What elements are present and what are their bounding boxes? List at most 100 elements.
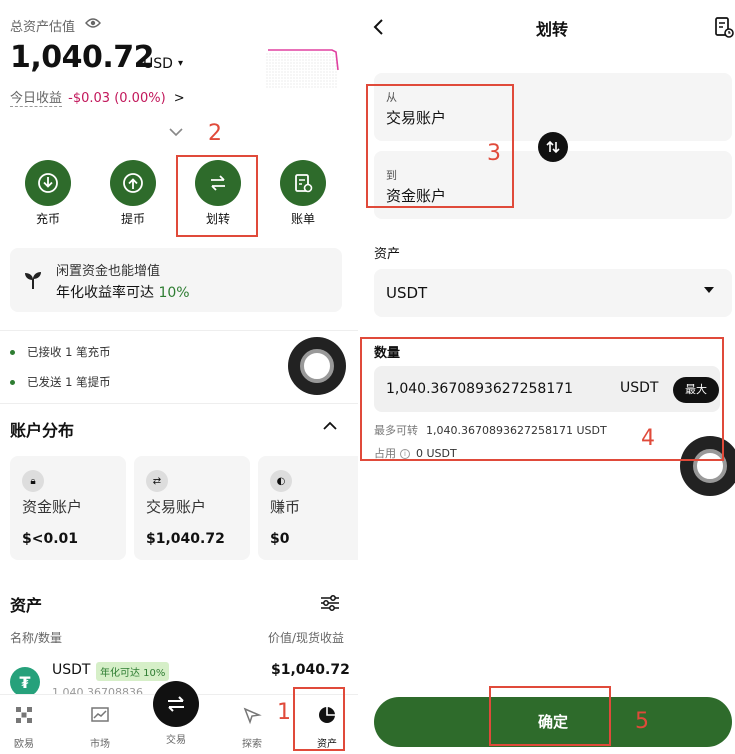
asset-symbol[interactable]: USDT — [52, 662, 90, 678]
withdraw-label: 提币 — [120, 212, 145, 226]
asset-selector[interactable]: USDT — [374, 269, 732, 317]
transfer-icon — [211, 175, 225, 191]
nav-label: 探索 — [242, 739, 262, 750]
promo-title: 闲置资金也能增值 — [56, 264, 161, 279]
nav-label: 交易 — [166, 735, 186, 746]
nav-market[interactable]: 市场 — [78, 705, 122, 750]
asset-value: $1,040.72 — [271, 662, 350, 678]
lock-icon: 🔒︎ — [22, 470, 44, 492]
chevron-up-icon[interactable] — [322, 420, 338, 432]
transfer-label: 划转 — [205, 212, 230, 226]
caret-down-icon — [704, 287, 714, 293]
daily-pnl[interactable]: 今日收益 -$0.03 (0.00%) > — [10, 87, 185, 107]
bill-button[interactable]: 账单 — [277, 160, 329, 227]
divider — [0, 330, 358, 331]
chart-icon — [91, 707, 109, 722]
account-name: 资金账户 — [22, 498, 83, 516]
nav-label: 欧易 — [14, 739, 34, 750]
from-account-selector[interactable]: 从 交易账户 — [374, 73, 732, 141]
compass-icon — [243, 707, 262, 725]
account-card-trading[interactable]: ⇄ 交易账户 $1,040.72 — [134, 456, 250, 560]
max-button[interactable]: 最大 — [673, 377, 719, 403]
daily-pnl-label: 今日收益 — [10, 91, 63, 107]
asset-label: 资产 — [374, 247, 401, 262]
eye-icon[interactable] — [85, 17, 101, 29]
to-label: 到 — [386, 169, 397, 182]
to-value: 资金账户 — [386, 187, 447, 205]
currency-selector[interactable]: USD — [143, 56, 173, 72]
withdraw-icon — [123, 173, 143, 193]
nav-label: 资产 — [317, 739, 337, 750]
chevron-right-icon: > — [173, 91, 185, 106]
assets-screen: 总资产估值 1,040.72 USD ▾ 今日收益 -$0.03 (0.00%)… — [0, 0, 358, 754]
earn-promo-banner[interactable]: 闲置资金也能增值 年化收益率可达 10% — [10, 248, 342, 312]
trade-fab[interactable] — [153, 681, 199, 727]
account-card-funding[interactable]: 🔒︎ 资金账户 $<0.01 — [10, 456, 126, 560]
account-name: 交易账户 — [146, 498, 207, 516]
history-icon[interactable] — [714, 16, 734, 38]
sparkline-chart — [266, 49, 339, 88]
deposit-icon — [38, 173, 58, 193]
occupied-value: 0 USDT — [416, 447, 457, 460]
green-dot-icon — [10, 380, 15, 385]
occupied-row: 占用 i 0 USDT — [374, 445, 457, 461]
account-value: $0 — [270, 531, 290, 547]
swap-vertical-icon — [546, 140, 560, 154]
withdraw-button[interactable]: 提币 — [107, 160, 159, 227]
ring-inner — [693, 449, 727, 483]
asset-badge: 年化可达 10% — [96, 662, 170, 681]
okx-logo-icon — [16, 707, 32, 723]
bill-label: 账单 — [290, 212, 315, 226]
floating-assistive-button[interactable] — [288, 337, 346, 395]
occupied-label: 占用 — [374, 447, 396, 460]
notification-item[interactable]: 已接收 1 笔充币 — [10, 344, 111, 360]
distribution-title: 账户分布 — [10, 421, 75, 440]
max-transferable-row: 最多可转 1,040.3670893627258171 USDT — [374, 422, 607, 438]
nav-assets[interactable]: 资产 — [305, 705, 349, 750]
nav-label: 市场 — [90, 739, 110, 750]
notification-item[interactable]: 已发送 1 笔提币 — [10, 374, 111, 390]
earn-icon: ◐ — [270, 470, 292, 492]
assets-title: 资产 — [10, 596, 43, 615]
swap-direction-button[interactable] — [538, 132, 568, 162]
column-header-value[interactable]: 价值/现货收益 — [268, 629, 344, 646]
account-value: $1,040.72 — [146, 531, 225, 547]
nav-home[interactable]: 欧易 — [2, 705, 46, 750]
chevron-down-icon[interactable] — [168, 126, 184, 138]
amount-input[interactable] — [374, 366, 720, 412]
swap-icon: ⇄ — [146, 470, 168, 492]
from-value: 交易账户 — [386, 109, 447, 127]
max-transferable-label: 最多可转 — [374, 424, 418, 437]
confirm-button[interactable]: 确定 — [374, 697, 732, 747]
promo-rate: 10% — [158, 285, 190, 301]
ring-inner — [300, 349, 334, 383]
back-arrow-icon[interactable] — [372, 18, 384, 36]
transfer-screen: 划转 从 交易账户 到 资金账户 资产 USDT 数量 USDT 最大 最多可转… — [360, 0, 735, 754]
from-label: 从 — [386, 91, 397, 104]
sprout-icon — [25, 272, 41, 289]
column-header-name: 名称/数量 — [10, 631, 63, 645]
pie-chart-icon — [319, 707, 335, 723]
notification-text: 已接收 1 笔充币 — [27, 345, 111, 359]
nav-discover[interactable]: 探索 — [230, 705, 274, 750]
account-card-earn[interactable]: ◐ 赚币 $0 — [258, 456, 358, 560]
notification-text: 已发送 1 笔提币 — [27, 375, 111, 389]
deposit-button[interactable]: 充币 — [22, 160, 74, 227]
promo-prefix: 年化收益率可达 — [56, 285, 159, 301]
total-value-label: 总资产估值 — [10, 20, 76, 35]
info-icon[interactable]: i — [400, 449, 410, 459]
caret-down-icon[interactable]: ▾ — [178, 58, 183, 69]
amount-unit: USDT — [620, 380, 659, 396]
daily-pnl-value: -$0.03 (0.00%) — [68, 91, 166, 106]
green-dot-icon — [10, 350, 15, 355]
max-transferable-value: 1,040.3670893627258171 USDT — [426, 424, 607, 437]
divider — [0, 403, 358, 404]
account-value: $<0.01 — [22, 531, 79, 547]
transfer-button[interactable]: 划转 — [192, 160, 244, 227]
account-name: 赚币 — [270, 498, 301, 516]
filter-icon[interactable] — [320, 594, 340, 612]
page-title: 划转 — [536, 20, 569, 39]
deposit-label: 充币 — [35, 212, 60, 226]
amount-label: 数量 — [374, 346, 401, 361]
floating-assistive-button[interactable] — [680, 436, 735, 496]
